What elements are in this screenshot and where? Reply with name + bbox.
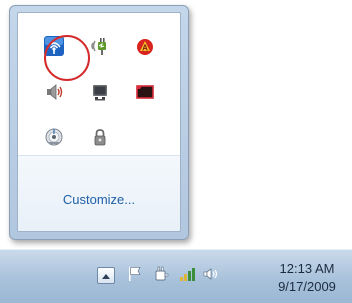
power-plug-icon[interactable] bbox=[89, 35, 111, 57]
clock-time: 12:13 AM bbox=[279, 261, 335, 276]
power-icon[interactable] bbox=[151, 264, 171, 284]
display-icon[interactable] bbox=[89, 81, 111, 103]
clock-date: 9/17/2009 bbox=[278, 279, 336, 294]
show-hidden-icons-button[interactable] bbox=[97, 267, 115, 284]
notification-overflow-panel: A Customize... bbox=[9, 5, 189, 240]
customize-link[interactable]: Customize... bbox=[18, 192, 180, 207]
volume-icon[interactable] bbox=[201, 264, 221, 284]
svg-text:A: A bbox=[142, 44, 148, 53]
antivirus-icon[interactable]: A bbox=[134, 35, 156, 57]
highlight-circle bbox=[44, 35, 90, 81]
taskbar-clock[interactable]: 12:13 AM 9/17/2009 bbox=[265, 260, 349, 296]
overflow-panel-body: A Customize... bbox=[17, 12, 181, 232]
taskbar: 12:13 AM 9/17/2009 bbox=[0, 249, 352, 303]
lock-icon[interactable] bbox=[89, 126, 111, 148]
network-bars-icon[interactable] bbox=[177, 264, 197, 284]
speaker-icon[interactable] bbox=[43, 81, 65, 103]
flag-icon[interactable] bbox=[125, 264, 145, 284]
customize-area: Customize... bbox=[18, 156, 180, 231]
record-icon[interactable] bbox=[134, 81, 156, 103]
disc-icon[interactable] bbox=[43, 126, 65, 148]
triangle-up-icon bbox=[102, 273, 110, 279]
